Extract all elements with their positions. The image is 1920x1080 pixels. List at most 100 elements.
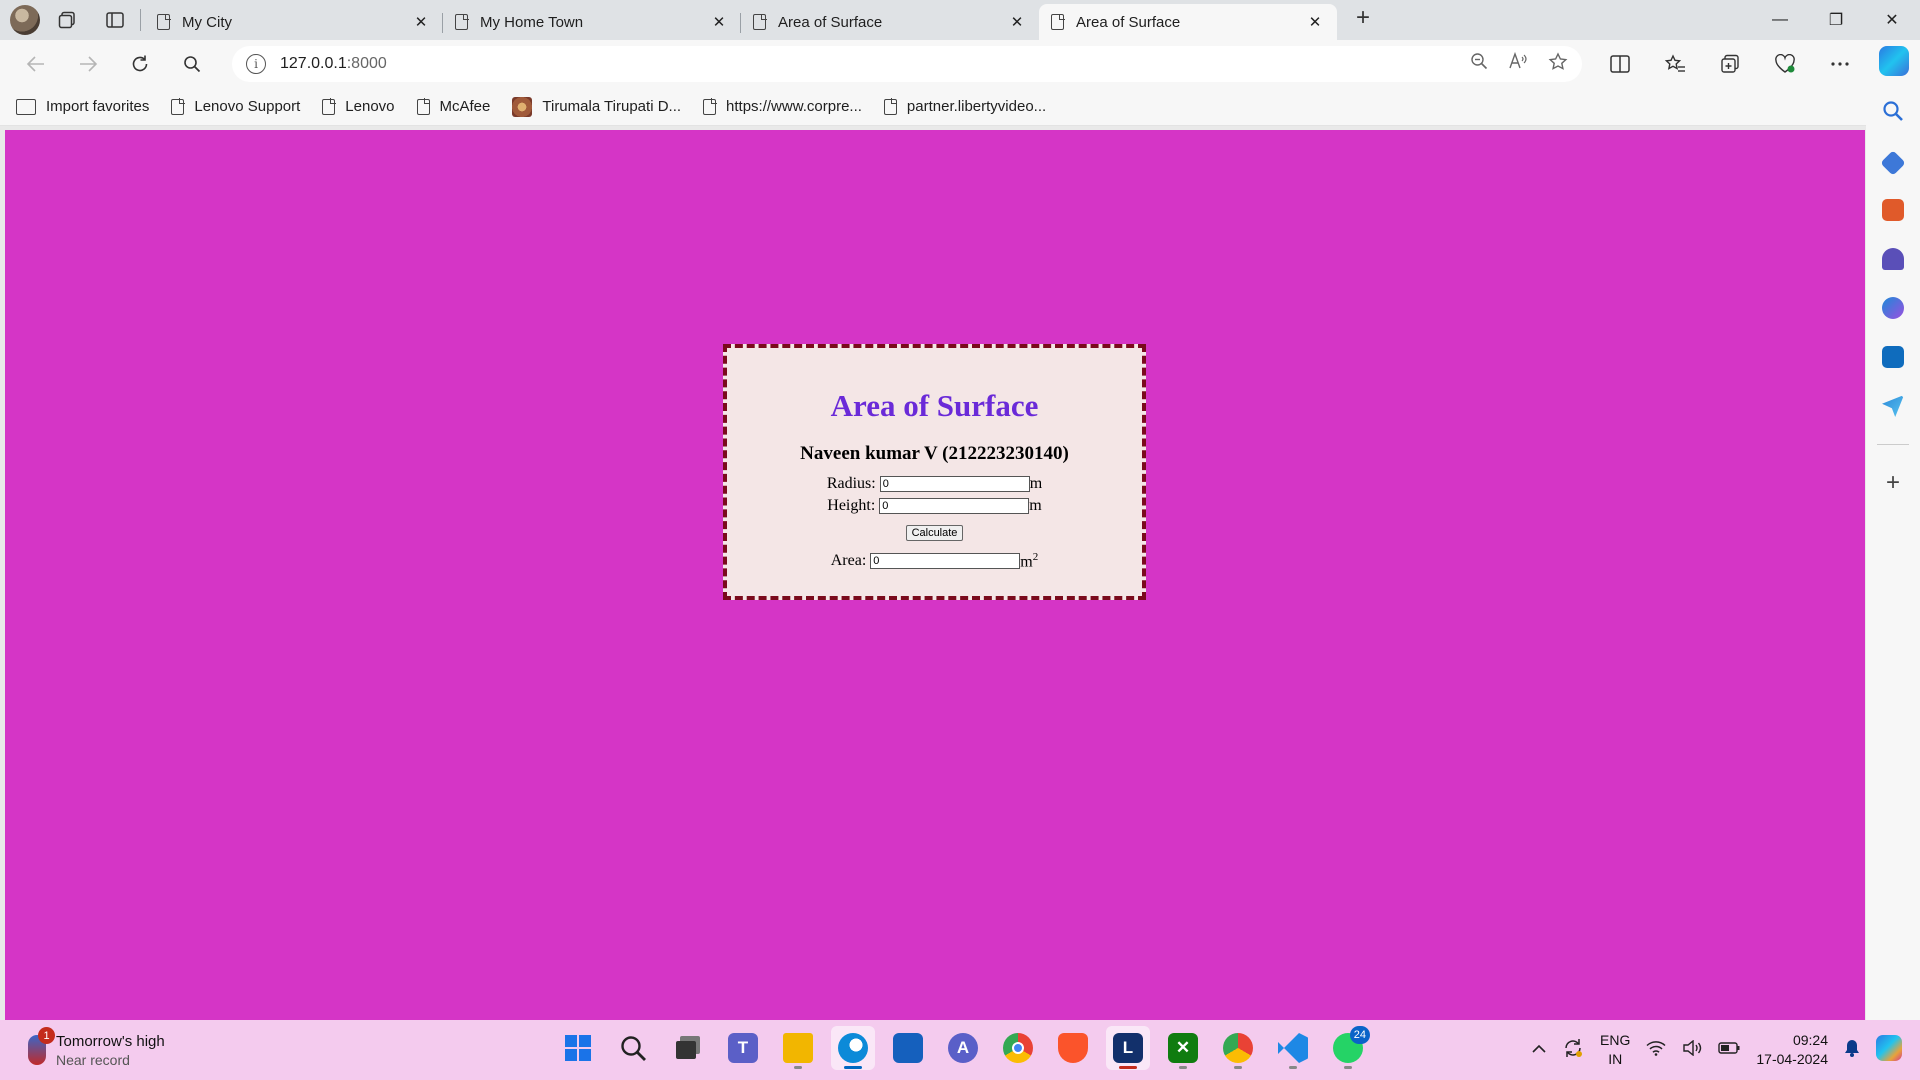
- url-field[interactable]: i 127.0.0.1:8000: [232, 46, 1582, 82]
- brave-icon[interactable]: [1051, 1026, 1095, 1070]
- tab-my-home-town[interactable]: My Home Town ✕: [443, 4, 741, 40]
- favorite-label: Tirumala Tirupati D...: [542, 98, 682, 115]
- favorite-label: McAfee: [439, 98, 491, 115]
- sidebar-search-icon[interactable]: [1882, 100, 1904, 127]
- copilot-taskbar-icon[interactable]: [1876, 1034, 1902, 1066]
- window-close-button[interactable]: ✕: [1864, 0, 1920, 40]
- tab-area-of-surface[interactable]: Area of Surface ✕: [741, 4, 1039, 40]
- volume-icon[interactable]: [1682, 1039, 1702, 1061]
- outlook-icon[interactable]: [1882, 346, 1904, 368]
- shopping-tag-icon[interactable]: [1880, 150, 1906, 176]
- refresh-button[interactable]: [114, 46, 166, 82]
- zoom-out-icon[interactable]: [1470, 52, 1488, 77]
- favorite-lenovo[interactable]: Lenovo: [322, 98, 395, 115]
- close-icon[interactable]: ✕: [1305, 13, 1325, 31]
- restore-button[interactable]: ❐: [1808, 0, 1864, 40]
- area-unit: m2: [1020, 551, 1039, 571]
- vertical-tabs-icon[interactable]: [94, 3, 136, 37]
- start-button[interactable]: [556, 1026, 600, 1070]
- forward-button[interactable]: [62, 46, 114, 82]
- whatsapp-icon[interactable]: 24: [1326, 1026, 1370, 1070]
- close-icon[interactable]: ✕: [411, 13, 431, 31]
- whatsapp-badge: 24: [1349, 1026, 1370, 1044]
- minimize-button[interactable]: —: [1752, 0, 1808, 40]
- taskbar-search-icon[interactable]: [611, 1026, 655, 1070]
- browser-essentials-icon[interactable]: [1757, 46, 1812, 82]
- clock[interactable]: 09:24 17-04-2024: [1756, 1031, 1828, 1069]
- workspaces-icon[interactable]: [46, 3, 88, 37]
- tab-label: My City: [182, 13, 232, 31]
- app-a-icon[interactable]: A: [941, 1026, 985, 1070]
- language-indicator[interactable]: ENG IN: [1600, 1031, 1630, 1069]
- sync-icon[interactable]: [1562, 1037, 1584, 1064]
- favorite-label: Lenovo Support: [194, 98, 301, 115]
- send-plane-icon[interactable]: [1882, 395, 1904, 417]
- area-output[interactable]: [870, 553, 1021, 570]
- vscode-icon[interactable]: [1271, 1026, 1315, 1070]
- edge-icon[interactable]: [831, 1026, 875, 1070]
- weather-widget[interactable]: 1 Tomorrow's high Near record: [0, 1027, 500, 1068]
- add-sidebar-app-icon[interactable]: +: [1886, 471, 1900, 495]
- site-info-icon[interactable]: i: [246, 54, 266, 74]
- games-chess-icon[interactable]: [1882, 248, 1904, 270]
- tab-label: Area of Surface: [778, 13, 883, 31]
- collections-icon[interactable]: [1702, 46, 1757, 82]
- more-options-icon[interactable]: [1812, 46, 1867, 82]
- battery-icon[interactable]: [1718, 1041, 1740, 1059]
- favorite-star-icon[interactable]: [1548, 51, 1568, 77]
- close-icon[interactable]: ✕: [709, 13, 729, 31]
- favorite-corpre[interactable]: https://www.corpre...: [703, 98, 862, 115]
- new-tab-button[interactable]: +: [1343, 0, 1383, 36]
- author-name: Naveen kumar V (212223230140): [800, 443, 1069, 464]
- height-label: Height:: [827, 497, 876, 514]
- sidebar-divider: [1877, 444, 1909, 445]
- favorite-label: Lenovo: [345, 98, 395, 115]
- l-app-icon[interactable]: L: [1106, 1026, 1150, 1070]
- read-aloud-icon[interactable]: [1508, 51, 1528, 77]
- favorite-tirumala[interactable]: Tirumala Tirupati D...: [512, 96, 682, 117]
- document-icon: [753, 13, 767, 30]
- microsoft-store-icon[interactable]: [886, 1026, 930, 1070]
- weather-subline: Near record: [56, 1051, 130, 1068]
- favorites-icon[interactable]: [1647, 46, 1702, 82]
- file-explorer-icon[interactable]: [776, 1026, 820, 1070]
- document-icon: [157, 13, 171, 30]
- favorite-label: Import favorites: [46, 98, 150, 115]
- teams-icon[interactable]: T: [721, 1026, 765, 1070]
- height-unit: m: [1029, 497, 1042, 514]
- chrome-icon[interactable]: [996, 1026, 1040, 1070]
- tab-label: Area of Surface: [1076, 13, 1181, 31]
- tab-my-city[interactable]: My City ✕: [145, 4, 443, 40]
- notification-bell-icon[interactable]: [1844, 1039, 1860, 1062]
- microsoft-365-icon[interactable]: [1882, 297, 1904, 319]
- favorite-label: https://www.corpre...: [726, 98, 862, 115]
- close-icon[interactable]: ✕: [1007, 13, 1027, 31]
- wifi-icon[interactable]: [1646, 1040, 1666, 1061]
- favorite-mcafee[interactable]: McAfee: [416, 98, 491, 115]
- height-input[interactable]: [879, 498, 1030, 514]
- copilot-icon[interactable]: [1879, 46, 1909, 76]
- title-bar: My City ✕ My Home Town ✕ Area of Surface…: [0, 0, 1920, 40]
- split-screen-icon[interactable]: [1592, 46, 1647, 82]
- chrome-profile-icon[interactable]: [1216, 1026, 1260, 1070]
- back-button[interactable]: [10, 46, 62, 82]
- thermometer-icon: 1: [28, 1027, 55, 1065]
- favorite-lenovo-support[interactable]: Lenovo Support: [171, 98, 300, 115]
- favorite-libertyvideo[interactable]: partner.libertyvideo...: [883, 98, 1046, 115]
- xbox-icon[interactable]: ✕: [1161, 1026, 1205, 1070]
- calculate-button[interactable]: Calculate: [905, 525, 964, 541]
- tab-label: My Home Town: [480, 13, 584, 31]
- weather-headline: Tomorrow's high: [56, 1032, 165, 1050]
- profile-avatar[interactable]: [10, 5, 40, 35]
- url-text[interactable]: 127.0.0.1:8000: [280, 55, 387, 73]
- document-icon: [322, 98, 336, 115]
- task-view-icon[interactable]: [666, 1026, 710, 1070]
- tab-area-of-surface-active[interactable]: Area of Surface ✕: [1039, 4, 1337, 40]
- search-icon[interactable]: [166, 46, 218, 82]
- radius-input[interactable]: [879, 476, 1030, 492]
- import-icon: [16, 98, 36, 115]
- area-row: Area: m2: [727, 551, 1142, 571]
- favorite-import[interactable]: Import favorites: [16, 98, 149, 115]
- chevron-up-icon[interactable]: [1532, 1041, 1546, 1059]
- tools-briefcase-icon[interactable]: [1882, 199, 1904, 221]
